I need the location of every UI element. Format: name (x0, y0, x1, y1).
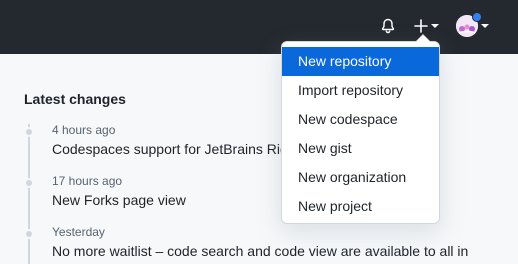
menu-item-new-gist[interactable]: New gist (282, 134, 439, 163)
dropdown-arrow-inner (416, 35, 430, 42)
timeline-dot (24, 127, 34, 137)
timeline-dot (24, 229, 34, 239)
latest-changes-title: Latest changes (24, 91, 126, 107)
menu-item-new-organization[interactable]: New organization (282, 163, 439, 192)
timeline-link[interactable]: New Forks page view (52, 192, 186, 208)
timeline-time: 17 hours ago (52, 174, 123, 188)
menu-item-new-repository[interactable]: New repository (282, 47, 439, 76)
user-menu-button[interactable] (453, 12, 491, 40)
create-menu-dropdown: New repository Import repository New cod… (281, 34, 440, 224)
timeline-time: 4 hours ago (52, 123, 116, 137)
menu-item-import-repository[interactable]: Import repository (282, 76, 439, 105)
bell-icon (381, 18, 395, 34)
notifications-button[interactable] (377, 15, 399, 37)
top-header (0, 0, 518, 54)
timeline-link[interactable]: Codespaces support for JetBrains Rider (52, 141, 300, 157)
menu-item-new-project[interactable]: New project (282, 192, 439, 221)
timeline-dot (24, 178, 34, 188)
timeline-link[interactable]: No more waitlist – code search and code … (52, 243, 468, 259)
main-content: Latest changes 4 hours ago Codespaces su… (0, 54, 518, 264)
caret-down-icon (480, 24, 489, 28)
caret-down-icon (430, 24, 439, 28)
timeline-time: Yesterday (52, 225, 105, 239)
timeline-line (28, 124, 30, 264)
menu-item-new-codespace[interactable]: New codespace (282, 105, 439, 134)
plus-icon (413, 19, 428, 33)
status-dot (472, 12, 482, 22)
